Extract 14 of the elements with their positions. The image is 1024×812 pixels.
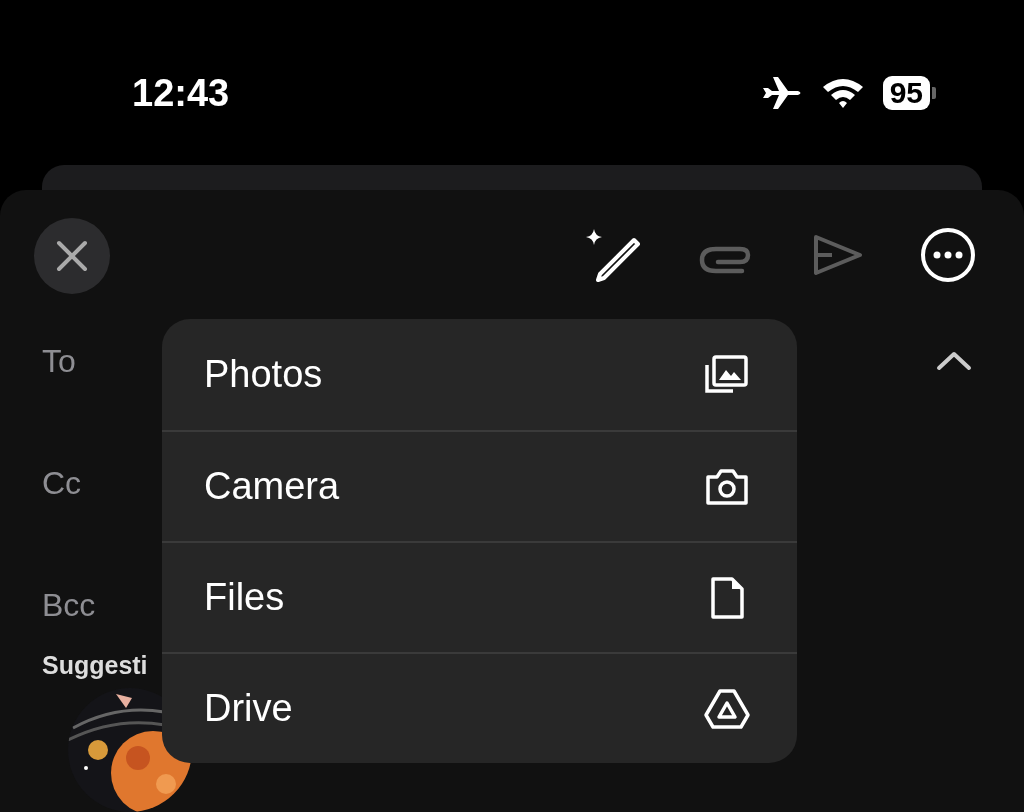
field-label: Cc — [42, 464, 82, 503]
clock-time: 12:43 — [132, 71, 230, 116]
menu-item[interactable]: Photos — [162, 319, 797, 430]
menu-item[interactable]: Drive — [162, 652, 797, 763]
battery-level: 95 — [882, 76, 930, 110]
more-icon — [920, 227, 978, 285]
more-button[interactable] — [920, 227, 978, 285]
menu-item[interactable]: Files — [162, 541, 797, 652]
close-icon — [56, 240, 88, 272]
suggestions-heading: Suggesti — [42, 650, 149, 680]
field-label: To — [42, 342, 76, 381]
chevron-up-icon[interactable] — [936, 351, 972, 371]
menu-item[interactable]: Camera — [162, 430, 797, 541]
field-label: Bcc — [42, 586, 96, 625]
